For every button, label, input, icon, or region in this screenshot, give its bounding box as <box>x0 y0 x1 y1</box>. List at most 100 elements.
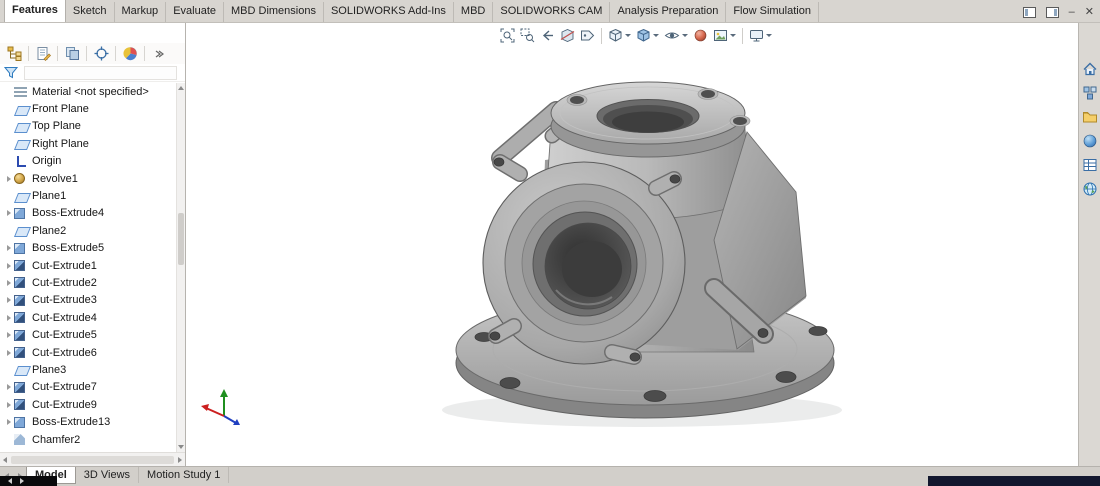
view-settings-icon[interactable] <box>747 27 774 44</box>
expand-arrow-icon[interactable] <box>4 263 14 269</box>
solidworks-forum-icon[interactable] <box>1080 179 1100 198</box>
display-style-icon[interactable] <box>634 27 661 44</box>
expand-arrow-icon[interactable] <box>4 210 14 216</box>
tab-sketch[interactable]: Sketch <box>66 2 115 22</box>
tab-features[interactable]: Features <box>4 0 66 22</box>
tab-analysis-preparation[interactable]: Analysis Preparation <box>610 2 726 22</box>
tree-item-label: Cut-Extrude6 <box>32 347 97 359</box>
configuration-manager-icon[interactable] <box>58 43 86 64</box>
section-view-icon[interactable] <box>558 27 577 44</box>
dimxpert-manager-icon[interactable] <box>87 43 115 64</box>
custom-properties-icon[interactable] <box>1080 155 1100 174</box>
featuremanager-design-tree-icon[interactable] <box>0 43 28 64</box>
apply-scene-icon[interactable] <box>711 27 738 44</box>
dock-pane-left-icon[interactable] <box>1023 7 1036 18</box>
more-tabs-chevron-icon[interactable] <box>145 43 173 64</box>
dynamic-annotation-views-icon[interactable] <box>578 27 597 44</box>
tree-item-front-plane[interactable]: Front Plane <box>0 100 176 117</box>
tab-solidworks-cam[interactable]: SOLIDWORKS CAM <box>493 2 610 22</box>
tab-flow-simulation[interactable]: Flow Simulation <box>726 2 819 22</box>
scroll-up-button[interactable] <box>177 83 185 93</box>
expand-arrow-icon[interactable] <box>4 402 14 408</box>
tree-filter-input[interactable] <box>24 66 177 80</box>
expand-arrow-icon[interactable] <box>4 419 14 425</box>
tree-item-plane1[interactable]: Plane1 <box>0 187 176 204</box>
view-orientation-icon[interactable] <box>606 27 633 44</box>
previous-view-icon[interactable] <box>538 27 557 44</box>
home-icon[interactable] <box>1080 59 1100 78</box>
expand-arrow-icon[interactable] <box>4 176 14 182</box>
file-explorer-icon[interactable] <box>1080 107 1100 126</box>
tab-mbd-dimensions[interactable]: MBD Dimensions <box>224 2 324 22</box>
tree-item-label: Cut-Extrude5 <box>32 329 97 341</box>
expand-arrow-icon[interactable] <box>4 315 14 321</box>
tab-markup[interactable]: Markup <box>115 2 167 22</box>
tab-solidworks-addins[interactable]: SOLIDWORKS Add-Ins <box>324 2 454 22</box>
expand-arrow-icon[interactable] <box>4 384 14 390</box>
tree-item-boss-extrude5[interactable]: Boss-Extrude5 <box>0 240 176 257</box>
expand-arrow-icon[interactable] <box>4 245 14 251</box>
tree-item-boss-extrude4[interactable]: Boss-Extrude4 <box>0 205 176 222</box>
tree-item-label: Top Plane <box>32 120 81 132</box>
expand-arrow-icon[interactable] <box>4 350 14 356</box>
tree-item-cut-extrude9[interactable]: Cut-Extrude9 <box>0 396 176 413</box>
minimize-icon[interactable]: – <box>1069 7 1075 18</box>
zoom-to-fit-icon[interactable] <box>498 27 517 44</box>
tree-item-origin[interactable]: Origin <box>0 153 176 170</box>
scrollbar-thumb[interactable] <box>178 213 184 265</box>
manager-tab-row <box>0 43 185 65</box>
hide-show-items-icon[interactable] <box>662 27 690 44</box>
filter-funnel-icon[interactable] <box>4 66 18 79</box>
scroll-down-button[interactable] <box>177 442 185 452</box>
dropdown-caret-icon[interactable] <box>730 34 736 37</box>
tree-item-plane2[interactable]: Plane2 <box>0 222 176 239</box>
display-manager-icon[interactable] <box>116 43 144 64</box>
tab-motion-study-1[interactable]: Motion Study 1 <box>139 467 229 483</box>
tree-item-cut-extrude6[interactable]: Cut-Extrude6 <box>0 344 176 361</box>
tree-item-right-plane[interactable]: Right Plane <box>0 135 176 152</box>
tree-vertical-scrollbar[interactable] <box>176 83 185 452</box>
next-arrow-icon[interactable] <box>20 478 24 484</box>
scroll-left-button[interactable] <box>3 457 7 463</box>
tree-item-cut-extrude3[interactable]: Cut-Extrude3 <box>0 292 176 309</box>
expand-arrow-icon[interactable] <box>4 280 14 286</box>
tree-item-boss-extrude13[interactable]: Boss-Extrude13 <box>0 413 176 430</box>
tree-item-revolve1[interactable]: Revolve1 <box>0 170 176 187</box>
tree-horizontal-scrollbar[interactable] <box>0 452 185 466</box>
edit-appearance-icon[interactable] <box>691 27 710 44</box>
scrollbar-thumb[interactable] <box>11 456 174 464</box>
zoom-to-area-icon[interactable] <box>518 27 537 44</box>
expand-arrow-icon[interactable] <box>4 297 14 303</box>
cut-extrude-icon <box>14 295 25 306</box>
tab-mbd[interactable]: MBD <box>454 2 493 22</box>
tree-item-cut-extrude4[interactable]: Cut-Extrude4 <box>0 309 176 326</box>
dock-pane-right-icon[interactable] <box>1046 7 1059 18</box>
plane-icon <box>14 366 31 376</box>
expand-arrow-icon[interactable] <box>4 332 14 338</box>
tree-item-top-plane[interactable]: Top Plane <box>0 118 176 135</box>
tree-item-cut-extrude5[interactable]: Cut-Extrude5 <box>0 326 176 343</box>
dropdown-caret-icon[interactable] <box>653 34 659 37</box>
graphics-viewport[interactable] <box>186 23 1078 466</box>
tree-item-cut-extrude1[interactable]: Cut-Extrude1 <box>0 257 176 274</box>
scroll-right-button[interactable] <box>178 457 182 463</box>
heads-up-view-toolbar <box>498 27 774 44</box>
tree-item-label: Cut-Extrude3 <box>32 294 97 306</box>
tree-item-plane3[interactable]: Plane3 <box>0 361 176 378</box>
tree-item-cut-extrude7[interactable]: Cut-Extrude7 <box>0 379 176 396</box>
appearances-scenes-icon[interactable] <box>1080 131 1100 150</box>
cut-extrude-icon <box>14 347 25 358</box>
design-library-icon[interactable] <box>1080 83 1100 102</box>
tree-item-cut-extrude2[interactable]: Cut-Extrude2 <box>0 274 176 291</box>
prev-arrow-icon[interactable] <box>8 478 12 484</box>
tab-evaluate[interactable]: Evaluate <box>166 2 224 22</box>
tree-item-material[interactable]: Material <not specified> <box>0 83 176 100</box>
dropdown-caret-icon[interactable] <box>625 34 631 37</box>
close-icon[interactable]: ✕ <box>1085 7 1094 18</box>
property-manager-icon[interactable] <box>29 43 57 64</box>
tree-item-chamfer2[interactable]: Chamfer2 <box>0 431 176 448</box>
dropdown-caret-icon[interactable] <box>766 34 772 37</box>
dropdown-caret-icon[interactable] <box>682 34 688 37</box>
part-model-3d-view[interactable] <box>430 73 850 439</box>
tab-3d-views[interactable]: 3D Views <box>76 467 139 483</box>
